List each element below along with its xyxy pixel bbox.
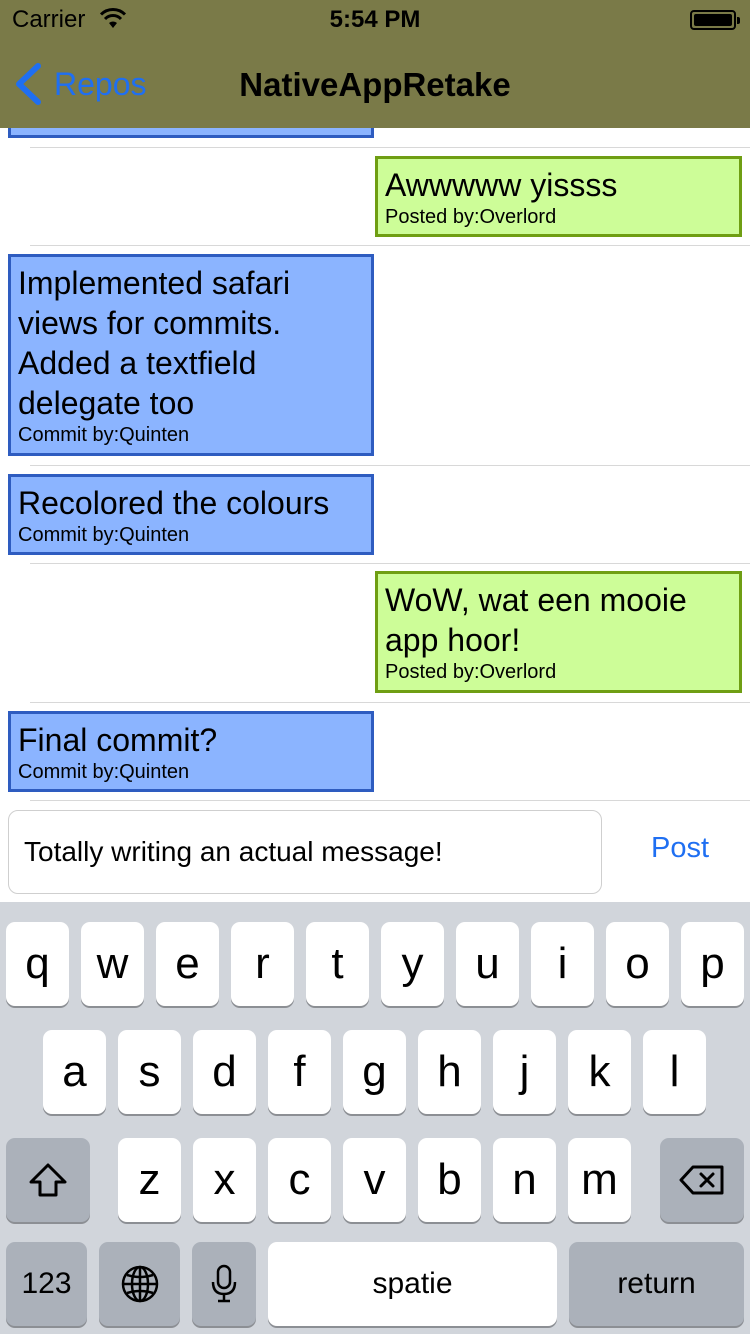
- space-key[interactable]: spatie: [268, 1242, 557, 1326]
- row-separator: [30, 563, 750, 564]
- numbers-key[interactable]: 123: [6, 1242, 87, 1326]
- dictation-key[interactable]: [192, 1242, 256, 1326]
- key-r[interactable]: r: [231, 922, 294, 1006]
- message-text: Final commit?: [18, 722, 218, 758]
- list-item[interactable]: Recolored the colours Commit by:Quinten: [8, 474, 374, 555]
- row-separator: [30, 800, 750, 801]
- key-d[interactable]: d: [193, 1030, 256, 1114]
- row-separator: [30, 465, 750, 466]
- page-title: NativeAppRetake: [239, 66, 511, 103]
- message-composer: Totally writing an actual message! Post: [0, 802, 750, 902]
- key-t[interactable]: t: [306, 922, 369, 1006]
- list-item[interactable]: WoW, wat een mooie app hoor! Posted by:O…: [375, 571, 742, 693]
- top-bar: Carrier 5:54 PM Repos NativeAppRetake: [0, 0, 750, 128]
- globe-icon: [121, 1265, 158, 1303]
- key-i[interactable]: i: [531, 922, 594, 1006]
- key-s[interactable]: s: [118, 1030, 181, 1114]
- key-w[interactable]: w: [81, 922, 144, 1006]
- key-n[interactable]: n: [493, 1138, 556, 1222]
- row-separator: [30, 702, 750, 703]
- row-separator: [30, 245, 750, 246]
- key-k[interactable]: k: [568, 1030, 631, 1114]
- status-bar: Carrier 5:54 PM: [0, 0, 750, 40]
- key-z[interactable]: z: [118, 1138, 181, 1222]
- message-byline: Commit by:Quinten: [18, 524, 190, 546]
- message-input-value: Totally writing an actual message!: [24, 836, 443, 867]
- message-text: Implemented safari views for commits. Ad…: [18, 265, 291, 421]
- row-separator: [30, 147, 750, 148]
- key-g[interactable]: g: [343, 1030, 406, 1114]
- key-j[interactable]: j: [493, 1030, 556, 1114]
- return-key[interactable]: return: [569, 1242, 744, 1326]
- message-text: Awwwww yissss: [385, 167, 618, 203]
- key-h[interactable]: h: [418, 1030, 481, 1114]
- message-input[interactable]: Totally writing an actual message!: [8, 810, 602, 894]
- key-e[interactable]: e: [156, 922, 219, 1006]
- key-c[interactable]: c: [268, 1138, 331, 1222]
- key-b[interactable]: b: [418, 1138, 481, 1222]
- shift-key[interactable]: [6, 1138, 90, 1222]
- list-item[interactable]: Final commit? Commit by:Quinten: [8, 711, 374, 792]
- key-q[interactable]: q: [6, 922, 69, 1006]
- delete-key[interactable]: [660, 1138, 744, 1222]
- message-text: WoW, wat een mooie app hoor!: [385, 582, 687, 658]
- navigation-bar: Repos NativeAppRetake: [0, 40, 750, 128]
- battery-icon: [690, 10, 740, 30]
- list-item: [8, 128, 374, 138]
- key-u[interactable]: u: [456, 922, 519, 1006]
- keyboard: q w e r t y u i o p a s d f g h j k l z …: [0, 902, 750, 1334]
- key-o[interactable]: o: [606, 922, 669, 1006]
- key-x[interactable]: x: [193, 1138, 256, 1222]
- status-time: 5:54 PM: [329, 6, 421, 33]
- globe-key[interactable]: [99, 1242, 180, 1326]
- post-button[interactable]: Post: [620, 832, 740, 876]
- message-byline: Posted by:Overlord: [385, 206, 557, 228]
- microphone-icon: [211, 1264, 237, 1303]
- key-m[interactable]: m: [568, 1138, 631, 1222]
- list-item[interactable]: Implemented safari views for commits. Ad…: [8, 254, 374, 456]
- message-byline: Commit by:Quinten: [18, 761, 190, 783]
- key-a[interactable]: a: [43, 1030, 106, 1114]
- key-f[interactable]: f: [268, 1030, 331, 1114]
- message-byline: Commit by:Quinten: [18, 424, 190, 446]
- delete-icon: [679, 1165, 724, 1195]
- key-p[interactable]: p: [681, 922, 744, 1006]
- list-item[interactable]: Awwwww yissss Posted by:Overlord: [375, 156, 742, 237]
- key-v[interactable]: v: [343, 1138, 406, 1222]
- message-list[interactable]: Awwwww yissss Posted by:Overlord Impleme…: [0, 128, 750, 802]
- message-byline: Posted by:Overlord: [385, 661, 557, 683]
- key-l[interactable]: l: [643, 1030, 706, 1114]
- message-text: Recolored the colours: [18, 485, 330, 521]
- shift-icon: [29, 1163, 67, 1197]
- key-y[interactable]: y: [381, 922, 444, 1006]
